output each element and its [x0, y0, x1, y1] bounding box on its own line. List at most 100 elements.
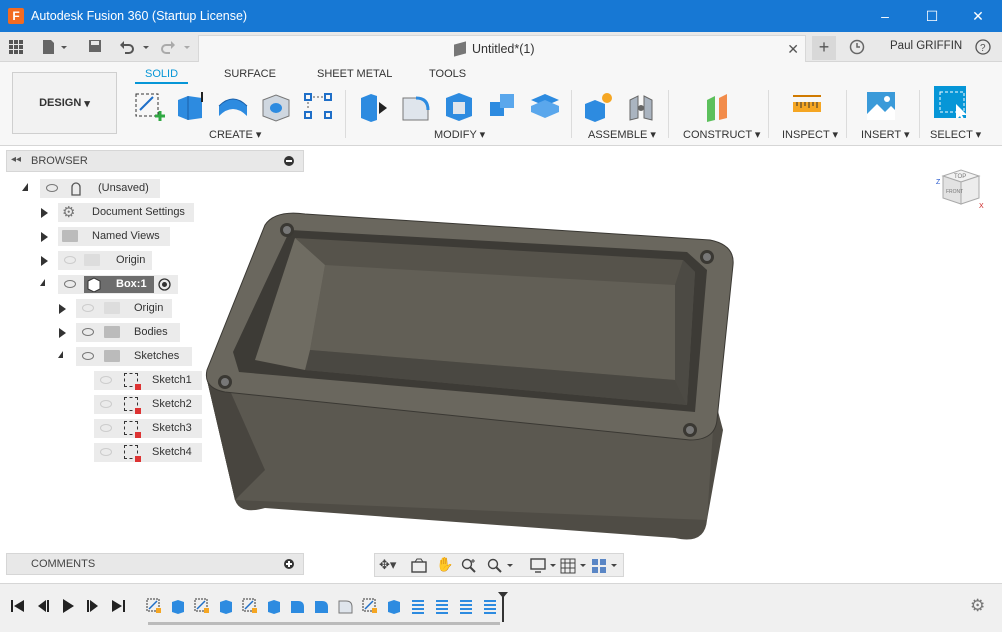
timeline-extrude-icon[interactable]: [170, 598, 186, 614]
browser-node-sketch[interactable]: Sketch3: [94, 419, 202, 438]
visibility-eye-hidden-icon[interactable]: [64, 256, 76, 264]
timeline-settings-gear-icon[interactable]: ⚙: [970, 596, 985, 616]
grid-snaps-icon[interactable]: [560, 558, 588, 574]
browser-node-sketch[interactable]: Sketch2: [94, 395, 202, 414]
offset-face-icon[interactable]: [529, 90, 561, 122]
new-component-icon[interactable]: [583, 90, 615, 122]
modify-menu[interactable]: MODIFY ▾: [434, 128, 485, 141]
timeline-fillet-icon[interactable]: [314, 598, 330, 614]
measure-icon[interactable]: [791, 90, 823, 122]
minimize-button[interactable]: –: [862, 0, 908, 32]
hole-icon[interactable]: [260, 90, 292, 122]
timeline-sketch-icon[interactable]: [194, 598, 210, 614]
inspect-menu[interactable]: INSPECT ▾: [782, 128, 838, 141]
timeline-extrude-icon[interactable]: [218, 598, 234, 614]
play-icon[interactable]: [60, 598, 76, 614]
timeline-thread-icon[interactable]: [410, 598, 426, 614]
timeline-extrude-icon[interactable]: [386, 598, 402, 614]
expand-triangle-icon[interactable]: [59, 328, 66, 338]
pattern-icon[interactable]: [303, 90, 335, 122]
expand-triangle-icon[interactable]: [41, 256, 48, 266]
expand-triangle-icon[interactable]: [59, 304, 66, 314]
pan-hand-icon[interactable]: ✋: [436, 556, 453, 573]
undo-icon[interactable]: [119, 39, 151, 55]
browser-node-component-origin[interactable]: Origin: [76, 299, 172, 318]
browser-node-sketch[interactable]: Sketch1: [94, 371, 202, 390]
save-icon[interactable]: [88, 39, 102, 53]
look-at-icon[interactable]: [411, 558, 427, 573]
collapse-triangle-icon[interactable]: [58, 351, 63, 358]
step-back-icon[interactable]: [35, 598, 51, 614]
minus-icon[interactable]: [284, 156, 294, 166]
visibility-eye-hidden-icon[interactable]: [82, 304, 94, 312]
orbit-icon[interactable]: ✥▾: [379, 557, 396, 573]
close-window-button[interactable]: ✕: [955, 0, 1001, 32]
grid-menu-icon[interactable]: [9, 40, 23, 54]
workspace-switcher-button[interactable]: DESIGN ▾: [12, 72, 117, 134]
shell-icon[interactable]: [443, 90, 475, 122]
new-tab-button[interactable]: +: [812, 36, 836, 60]
visibility-eye-hidden-icon[interactable]: [100, 424, 112, 432]
browser-node-origin[interactable]: Origin: [58, 251, 152, 270]
assemble-menu[interactable]: ASSEMBLE ▾: [588, 128, 656, 141]
viewports-icon[interactable]: [591, 558, 619, 574]
browser-node-document-settings[interactable]: ⚙ Document Settings: [58, 203, 194, 222]
help-icon[interactable]: ?: [975, 39, 991, 55]
visibility-eye-icon[interactable]: [64, 280, 76, 288]
joint-icon[interactable]: [626, 90, 658, 122]
visibility-eye-icon[interactable]: [46, 184, 58, 192]
timeline-extrude-icon[interactable]: [266, 598, 282, 614]
create-sketch-icon[interactable]: [133, 90, 165, 122]
display-settings-icon[interactable]: [530, 558, 558, 574]
viewcube[interactable]: TOP FRONT Z X: [935, 166, 985, 211]
select-icon[interactable]: [934, 86, 966, 118]
timeline-thread-icon[interactable]: [482, 598, 498, 614]
timeline-sketch-icon[interactable]: [242, 598, 258, 614]
extrude-icon[interactable]: [174, 90, 206, 122]
insert-canvas-icon[interactable]: [865, 90, 897, 122]
job-status-clock-icon[interactable]: [849, 39, 865, 55]
browser-node-named-views[interactable]: Named Views: [58, 227, 170, 246]
redo-icon[interactable]: [160, 39, 192, 55]
collapse-triangle-icon[interactable]: [22, 183, 28, 191]
step-forward-icon[interactable]: [85, 598, 101, 614]
close-tab-icon[interactable]: ✕: [787, 41, 799, 58]
timeline-thread-icon[interactable]: [434, 598, 450, 614]
browser-node-root[interactable]: (Unsaved): [40, 179, 160, 198]
timeline-sketch-icon[interactable]: [146, 598, 162, 614]
collapse-triangle-icon[interactable]: [40, 279, 45, 286]
timeline-fillet-icon[interactable]: [338, 598, 354, 614]
create-menu[interactable]: CREATE ▾: [209, 128, 261, 141]
file-menu-icon[interactable]: [42, 39, 68, 55]
timeline-marker-icon[interactable]: [497, 592, 509, 622]
expand-triangle-icon[interactable]: [41, 208, 48, 218]
select-menu[interactable]: SELECT ▾: [930, 128, 981, 141]
fillet-icon[interactable]: [400, 90, 432, 122]
browser-panel-header[interactable]: ◂◂ BROWSER: [6, 150, 304, 172]
browser-node-sketch[interactable]: Sketch4: [94, 443, 202, 462]
tab-sheet-metal[interactable]: SHEET METAL: [317, 68, 392, 80]
insert-menu[interactable]: INSERT ▾: [861, 128, 910, 141]
tab-solid[interactable]: SOLID: [135, 68, 189, 84]
user-account-name[interactable]: Paul GRIFFIN: [890, 40, 962, 52]
go-to-end-icon[interactable]: [110, 598, 126, 614]
tab-tools[interactable]: TOOLS: [429, 68, 466, 80]
visibility-eye-icon[interactable]: [82, 352, 94, 360]
activate-radio-icon[interactable]: [158, 278, 171, 291]
collapse-browser-icon[interactable]: ◂◂: [11, 154, 21, 165]
timeline-fillet-icon[interactable]: [290, 598, 306, 614]
offset-plane-icon[interactable]: [703, 90, 735, 122]
expand-triangle-icon[interactable]: [41, 232, 48, 242]
visibility-eye-hidden-icon[interactable]: [100, 448, 112, 456]
visibility-eye-hidden-icon[interactable]: [100, 400, 112, 408]
timeline-sketch-icon[interactable]: [362, 598, 378, 614]
timeline-thread-icon[interactable]: [458, 598, 474, 614]
zoom-icon[interactable]: [487, 558, 515, 574]
browser-node-bodies[interactable]: Bodies: [76, 323, 180, 342]
model-viewport[interactable]: [195, 200, 745, 560]
combine-icon[interactable]: [486, 90, 518, 122]
comments-panel-header[interactable]: COMMENTS: [6, 553, 304, 575]
document-tab[interactable]: Untitled*(1) ✕: [198, 35, 806, 62]
browser-node-component[interactable]: Box:1: [58, 275, 178, 294]
maximize-button[interactable]: ☐: [909, 0, 955, 32]
